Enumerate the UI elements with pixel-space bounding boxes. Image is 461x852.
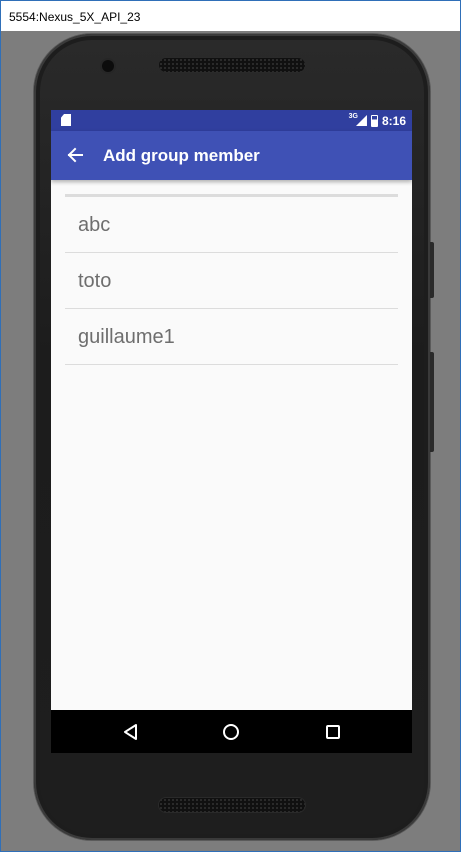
member-name: guillaume1 xyxy=(78,326,175,348)
list-item[interactable]: guillaume1 xyxy=(65,309,398,365)
navigation-bar xyxy=(51,710,412,753)
window-titlebar: 5554:Nexus_5X_API_23 xyxy=(1,1,460,31)
network-type-label: 3G xyxy=(348,113,358,120)
status-time: 8:16 xyxy=(381,113,406,128)
back-button[interactable] xyxy=(61,141,89,169)
front-camera xyxy=(102,60,114,72)
volume-button[interactable] xyxy=(430,352,434,452)
device-screen: 3G 8:16 Add group member abc toto guilla… xyxy=(51,110,412,753)
app-bar: Add group member xyxy=(51,131,412,180)
battery-icon xyxy=(370,114,378,127)
nav-home-button[interactable] xyxy=(218,719,244,745)
member-name: abc xyxy=(78,214,111,236)
member-list: abc toto guillaume1 xyxy=(65,197,398,365)
list-item[interactable]: toto xyxy=(65,253,398,309)
top-speaker xyxy=(159,58,305,72)
status-bar: 3G 8:16 xyxy=(51,110,412,131)
circle-home-icon xyxy=(223,724,239,740)
power-button[interactable] xyxy=(430,242,434,298)
emulator-window: 5554:Nexus_5X_API_23 3G 8:16 Add group m… xyxy=(0,0,461,852)
arrow-left-icon xyxy=(67,147,83,163)
window-title: 5554:Nexus_5X_API_23 xyxy=(9,10,141,24)
member-name: toto xyxy=(78,270,112,292)
page-title: Add group member xyxy=(103,146,260,165)
sd-card-icon xyxy=(61,114,71,126)
list-item[interactable]: abc xyxy=(65,197,398,253)
nav-back-button[interactable] xyxy=(117,719,143,745)
triangle-back-icon xyxy=(124,724,137,740)
nav-recents-button[interactable] xyxy=(320,719,346,745)
status-indicators: 3G 8:16 xyxy=(349,113,406,128)
bottom-speaker xyxy=(159,798,305,812)
square-recents-icon xyxy=(326,725,340,739)
